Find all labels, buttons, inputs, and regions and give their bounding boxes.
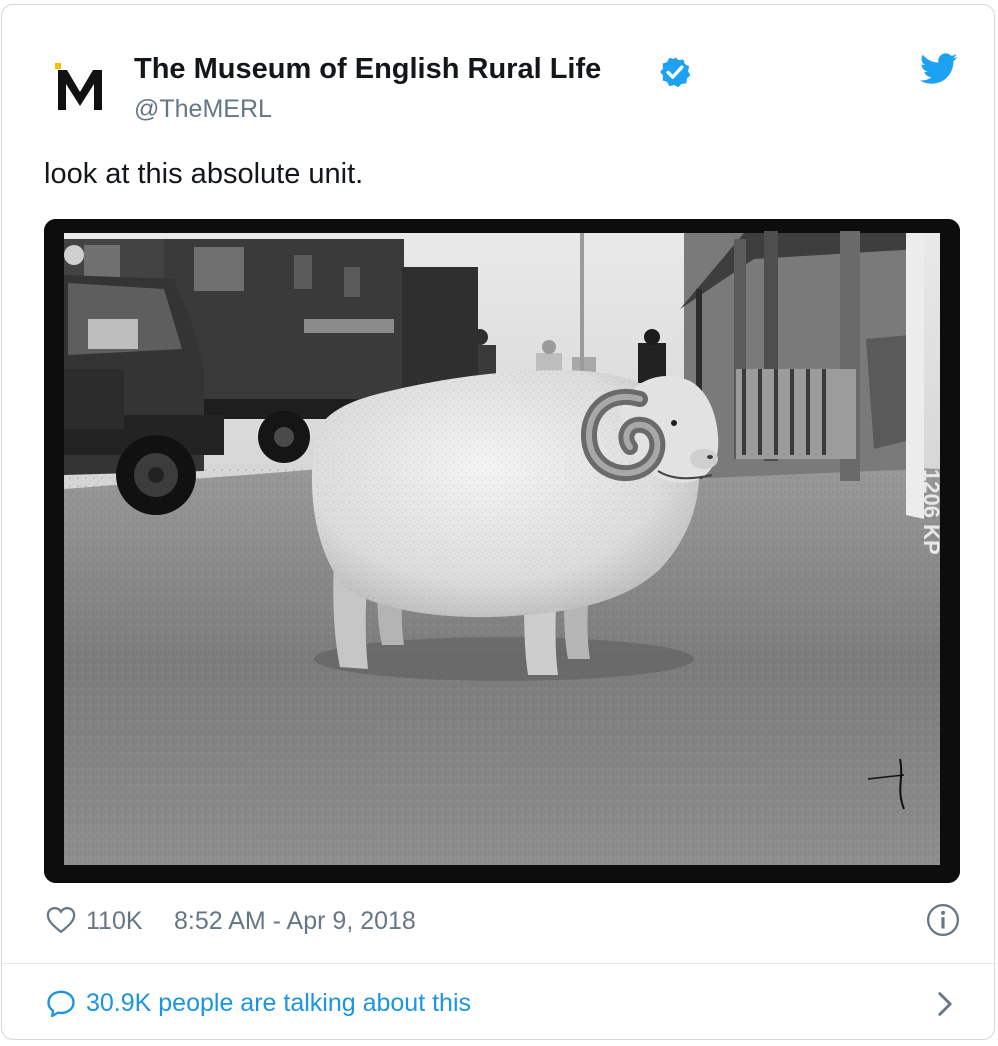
like-count[interactable]: 110K xyxy=(86,903,143,939)
heart-icon[interactable] xyxy=(46,906,76,934)
author-handle[interactable]: @TheMERL xyxy=(134,91,272,127)
divider xyxy=(2,963,996,964)
ram-photo-illustration: 1206 KP xyxy=(44,219,960,883)
chevron-right-icon[interactable] xyxy=(936,991,954,1017)
author-name[interactable]: The Museum of English Rural Life xyxy=(134,49,601,89)
archive-number: 1206 KP xyxy=(919,469,944,555)
tweet-meta-row: 110K 8:52 AM - Apr 9, 2018 xyxy=(44,901,960,941)
conversation-link[interactable]: 30.9K people are talking about this xyxy=(44,983,960,1023)
info-icon[interactable] xyxy=(926,903,960,937)
tweet-text: look at this absolute unit. xyxy=(44,158,364,190)
speech-bubble-icon xyxy=(47,990,75,1018)
museum-logo[interactable] xyxy=(54,62,106,114)
verified-badge-icon xyxy=(660,57,691,88)
twitter-bird-icon[interactable] xyxy=(920,53,958,85)
tweet-photo[interactable]: 1206 KP xyxy=(44,219,960,883)
conversation-label[interactable]: 30.9K people are talking about this xyxy=(86,985,471,1021)
tweet-timestamp[interactable]: 8:52 AM - Apr 9, 2018 xyxy=(174,903,416,939)
tweet-card: The Museum of English Rural Life @TheMER… xyxy=(1,4,996,1040)
